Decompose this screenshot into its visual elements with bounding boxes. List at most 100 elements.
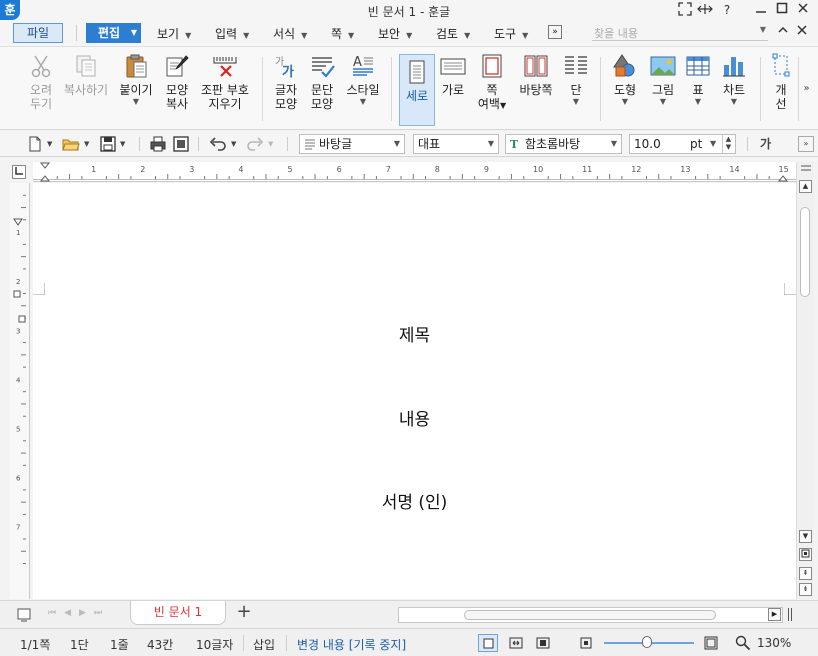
style-button[interactable]: A 스타일 ▼ [343,53,383,127]
zoom-slider-handle[interactable] [642,636,653,648]
collapse-ribbon-icon[interactable] [778,25,788,38]
document-body-text[interactable]: 내용 [33,405,796,430]
landscape-page-icon [440,53,466,79]
undo-icon[interactable] [209,136,227,152]
insert-mode-indicator[interactable]: 삽입 [253,636,275,653]
shape-button[interactable]: 도형 ▼ [608,53,642,127]
help-icon[interactable]: ? [718,2,736,18]
edit-menu-tab[interactable]: 편집 ▼ [86,23,141,43]
print-preview-icon[interactable] [173,136,189,152]
split-handle-icon[interactable] [788,608,792,621]
chevron-down-icon[interactable]: ▼ [84,136,89,152]
zoom-level[interactable]: 130% [757,636,791,650]
document-signature-text[interactable]: 서명 (인) [33,488,796,513]
menu-item-view[interactable]: 보기 ▼ [157,25,191,42]
chevron-down-icon[interactable]: ▼ [120,136,125,152]
menu-item-security[interactable]: 보안 ▼ [378,25,412,42]
ruler-number: 1 [16,229,20,237]
font-select[interactable]: T 함초롬바탕 ▼ [505,134,622,154]
picture-button[interactable]: 그림 ▼ [646,53,680,127]
copy-button[interactable]: 복사하기 [62,53,110,127]
chevron-down-icon[interactable]: ▼ [231,136,236,152]
add-tab-button[interactable]: + [232,602,256,622]
open-folder-icon[interactable] [62,136,80,152]
paragraph-style-select[interactable]: 바탕글 ▼ [299,134,405,154]
next-page-button[interactable]: ⇟ [799,583,812,596]
scrollbar-thumb[interactable] [464,610,716,620]
tab-navigation-arrows[interactable]: ⏮◀▶⏭ [48,608,110,618]
scroll-down-button[interactable]: ▼ [799,530,812,543]
vertical-ruler[interactable]: 1 2 3 4 5 6 7 [10,183,30,599]
landscape-button[interactable]: 가로 [438,53,468,127]
previous-page-button[interactable]: ⇞ [799,567,812,580]
object-select-button[interactable]: 개 선 [768,53,794,127]
horizontal-scrollbar[interactable] [398,607,783,623]
font-size-input[interactable]: 10.0 pt ▼ ▲ ▼ [629,134,736,154]
master-page-button[interactable]: 바탕쪽 [516,53,556,127]
chart-icon [721,53,747,79]
file-menu-tab[interactable]: 파일 [13,23,63,43]
find-input[interactable]: 찾을 내용 ▼ [592,25,768,41]
language-select[interactable]: 대표 ▼ [413,134,499,154]
ruler-number: 2 [16,278,20,286]
save-icon[interactable] [100,136,116,152]
page-fit-view-icon[interactable] [536,637,550,652]
page-view-icon[interactable] [799,548,812,561]
chevron-down-icon[interactable]: ▼ [760,25,766,34]
resize-width-icon[interactable] [696,2,714,18]
fullscreen-icon[interactable] [676,2,694,18]
zoom-out-icon[interactable] [580,637,592,652]
scroll-right-button[interactable]: ▶ [768,608,781,621]
redo-icon[interactable] [246,136,264,152]
new-document-icon[interactable] [28,136,42,152]
ribbon-more-icon[interactable]: » [798,57,814,121]
char-format-button[interactable]: 가 [760,136,771,152]
menu-item-format[interactable]: 서식 ▼ [273,25,307,42]
tab-list-icon[interactable] [17,608,31,625]
horizontal-ruler[interactable]: 1 2 3 4 5 6 7 8 9 10 11 12 13 14 15 [33,162,796,182]
chevron-down-icon[interactable]: ▼ [47,136,52,152]
font-size-stepper[interactable]: ▲ ▼ [722,135,734,153]
menu-item-review[interactable]: 검토 ▼ [436,25,470,42]
columns-button[interactable]: 단 ▼ [561,53,591,127]
page-margins-button[interactable]: 쪽 여백▼ [474,53,510,127]
print-icon[interactable] [150,136,166,152]
chevron-down-icon[interactable]: ▼ [710,135,716,153]
menu-item-label: 쪽 [331,27,343,41]
format-painter-button[interactable]: 모양 복사 [160,53,194,127]
tab-document-1[interactable]: 빈 문서 1 [130,601,226,625]
cut-button[interactable]: 오려 두기 [24,53,58,127]
portrait-button[interactable]: 세로 [399,54,435,126]
para-shape-button[interactable]: 문단 모양 [306,53,338,127]
magnifier-icon[interactable] [735,635,751,654]
scrollbar-thumb[interactable] [800,207,810,297]
ruler-tab-selector[interactable] [12,165,26,179]
menu-item-page[interactable]: 쪽 ▼ [331,25,354,42]
split-view-icon[interactable] [799,162,812,175]
table-button[interactable]: 표 ▼ [684,53,712,127]
page-margins-label-2: 여백 [477,97,500,111]
full-width-view-icon[interactable] [509,637,523,652]
more-menus-button[interactable]: » [548,25,562,39]
remove-codes-button[interactable]: 조판 부호 지우기 [198,53,252,127]
maximize-icon[interactable] [773,2,791,18]
document-title-text[interactable]: 제목 [33,321,796,346]
close-document-icon[interactable] [797,25,807,38]
normal-view-button[interactable] [478,634,498,652]
minimize-icon[interactable] [752,2,770,18]
scroll-up-button[interactable]: ▲ [799,180,812,193]
zoom-in-icon[interactable] [704,636,718,653]
chevron-down-icon[interactable]: ▼ [268,136,273,152]
paste-button[interactable]: 붙이기 ▼ [117,53,155,127]
chevron-down-icon: ▼ [185,31,192,40]
document-page[interactable]: 제목 내용 서명 (인) [33,183,796,599]
close-icon[interactable] [794,2,812,18]
vertical-scrollbar[interactable]: ▲ ▼ ⇞ ⇟ [796,162,814,599]
char-shape-button[interactable]: 가가 글자 모양 [270,53,302,127]
page-indicator[interactable]: 1/1쪽 [20,636,50,653]
track-changes-status[interactable]: 변경 내용 [기록 중지] [297,636,406,653]
chart-button[interactable]: 차트 ▼ [718,53,750,127]
menu-item-insert[interactable]: 입력 ▼ [215,25,249,42]
menu-item-tools[interactable]: 도구 ▼ [494,25,528,42]
toolbar-expand-icon[interactable]: » [798,136,814,152]
